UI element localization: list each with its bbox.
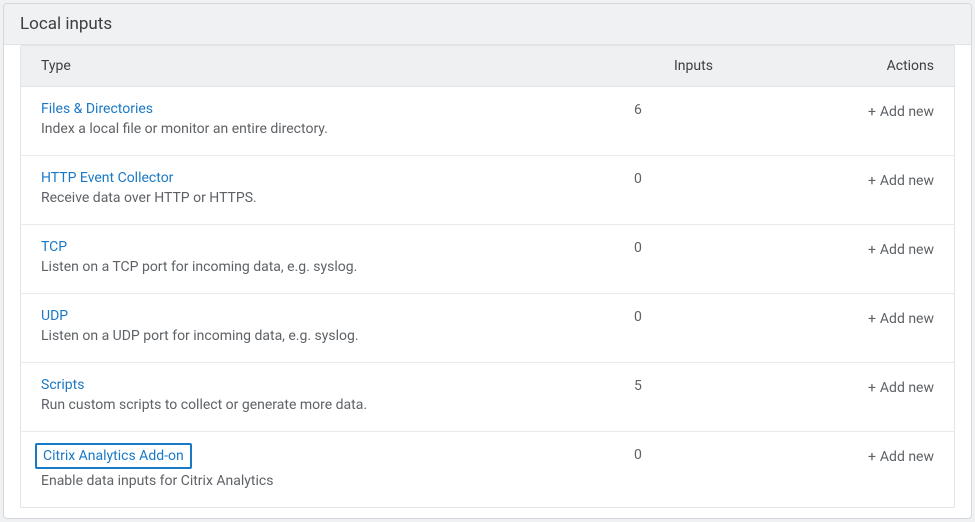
plus-icon: + bbox=[868, 450, 876, 464]
table-row: Citrix Analytics Add-on Enable data input… bbox=[20, 432, 955, 508]
table-row: Scripts Run custom scripts to collect or … bbox=[20, 363, 955, 432]
input-type-link[interactable]: HTTP Event Collector bbox=[41, 170, 173, 186]
inputs-count: 0 bbox=[634, 239, 774, 256]
table-header-row: Type Inputs Actions bbox=[20, 45, 955, 87]
col-header-type: Type bbox=[21, 46, 654, 86]
col-header-inputs: Inputs bbox=[654, 46, 794, 86]
input-type-description: Listen on a UDP port for incoming data, … bbox=[41, 328, 634, 344]
input-type-link[interactable]: Citrix Analytics Add-on bbox=[35, 443, 192, 469]
table-row: Files & Directories Index a local file or… bbox=[20, 87, 955, 156]
plus-icon: + bbox=[868, 174, 876, 188]
row-type-cell: Scripts Run custom scripts to collect or … bbox=[41, 377, 634, 413]
input-type-link[interactable]: Scripts bbox=[41, 377, 84, 393]
col-header-actions: Actions bbox=[794, 46, 954, 86]
plus-icon: + bbox=[868, 105, 876, 119]
inputs-count: 0 bbox=[634, 446, 774, 463]
input-type-description: Listen on a TCP port for incoming data, … bbox=[41, 259, 634, 275]
row-type-cell: Files & Directories Index a local file or… bbox=[41, 101, 634, 137]
add-new-button[interactable]: + Add new bbox=[868, 173, 934, 189]
add-new-label: Add new bbox=[880, 311, 934, 327]
add-new-button[interactable]: + Add new bbox=[868, 449, 934, 465]
table-row: HTTP Event Collector Receive data over HT… bbox=[20, 156, 955, 225]
inputs-count: 0 bbox=[634, 170, 774, 187]
inputs-table: Type Inputs Actions Files & Directories I… bbox=[4, 45, 971, 519]
row-type-cell: Citrix Analytics Add-onEnable data input… bbox=[41, 446, 634, 489]
inputs-count: 6 bbox=[634, 101, 774, 118]
table-row: TCP Listen on a TCP port for incoming dat… bbox=[20, 225, 955, 294]
panel-title: Local inputs bbox=[4, 4, 971, 45]
local-inputs-panel: Local inputs Type Inputs Actions Files &… bbox=[3, 3, 972, 519]
actions-cell: + Add new bbox=[774, 446, 934, 465]
add-new-label: Add new bbox=[880, 242, 934, 258]
inputs-count: 0 bbox=[634, 308, 774, 325]
plus-icon: + bbox=[868, 312, 876, 326]
input-type-description: Run custom scripts to collect or generat… bbox=[41, 397, 634, 413]
add-new-button[interactable]: + Add new bbox=[868, 242, 934, 258]
input-type-description: Index a local file or monitor an entire … bbox=[41, 121, 634, 137]
actions-cell: + Add new bbox=[774, 101, 934, 120]
table-row: UDP Listen on a UDP port for incoming dat… bbox=[20, 294, 955, 363]
actions-cell: + Add new bbox=[774, 170, 934, 189]
add-new-label: Add new bbox=[880, 104, 934, 120]
input-type-link[interactable]: Files & Directories bbox=[41, 101, 153, 117]
add-new-label: Add new bbox=[880, 380, 934, 396]
actions-cell: + Add new bbox=[774, 308, 934, 327]
actions-cell: + Add new bbox=[774, 377, 934, 396]
actions-cell: + Add new bbox=[774, 239, 934, 258]
input-type-link[interactable]: TCP bbox=[41, 239, 67, 255]
row-type-cell: TCP Listen on a TCP port for incoming dat… bbox=[41, 239, 634, 275]
row-type-cell: UDP Listen on a UDP port for incoming dat… bbox=[41, 308, 634, 344]
add-new-button[interactable]: + Add new bbox=[868, 311, 934, 327]
row-type-cell: HTTP Event Collector Receive data over HT… bbox=[41, 170, 634, 206]
add-new-button[interactable]: + Add new bbox=[868, 380, 934, 396]
input-type-description: Receive data over HTTP or HTTPS. bbox=[41, 190, 634, 206]
add-new-label: Add new bbox=[880, 449, 934, 465]
input-type-link[interactable]: UDP bbox=[41, 308, 68, 324]
add-new-button[interactable]: + Add new bbox=[868, 104, 934, 120]
plus-icon: + bbox=[868, 381, 876, 395]
input-type-description: Enable data inputs for Citrix Analytics bbox=[41, 473, 634, 489]
plus-icon: + bbox=[868, 243, 876, 257]
inputs-count: 5 bbox=[634, 377, 774, 394]
add-new-label: Add new bbox=[880, 173, 934, 189]
